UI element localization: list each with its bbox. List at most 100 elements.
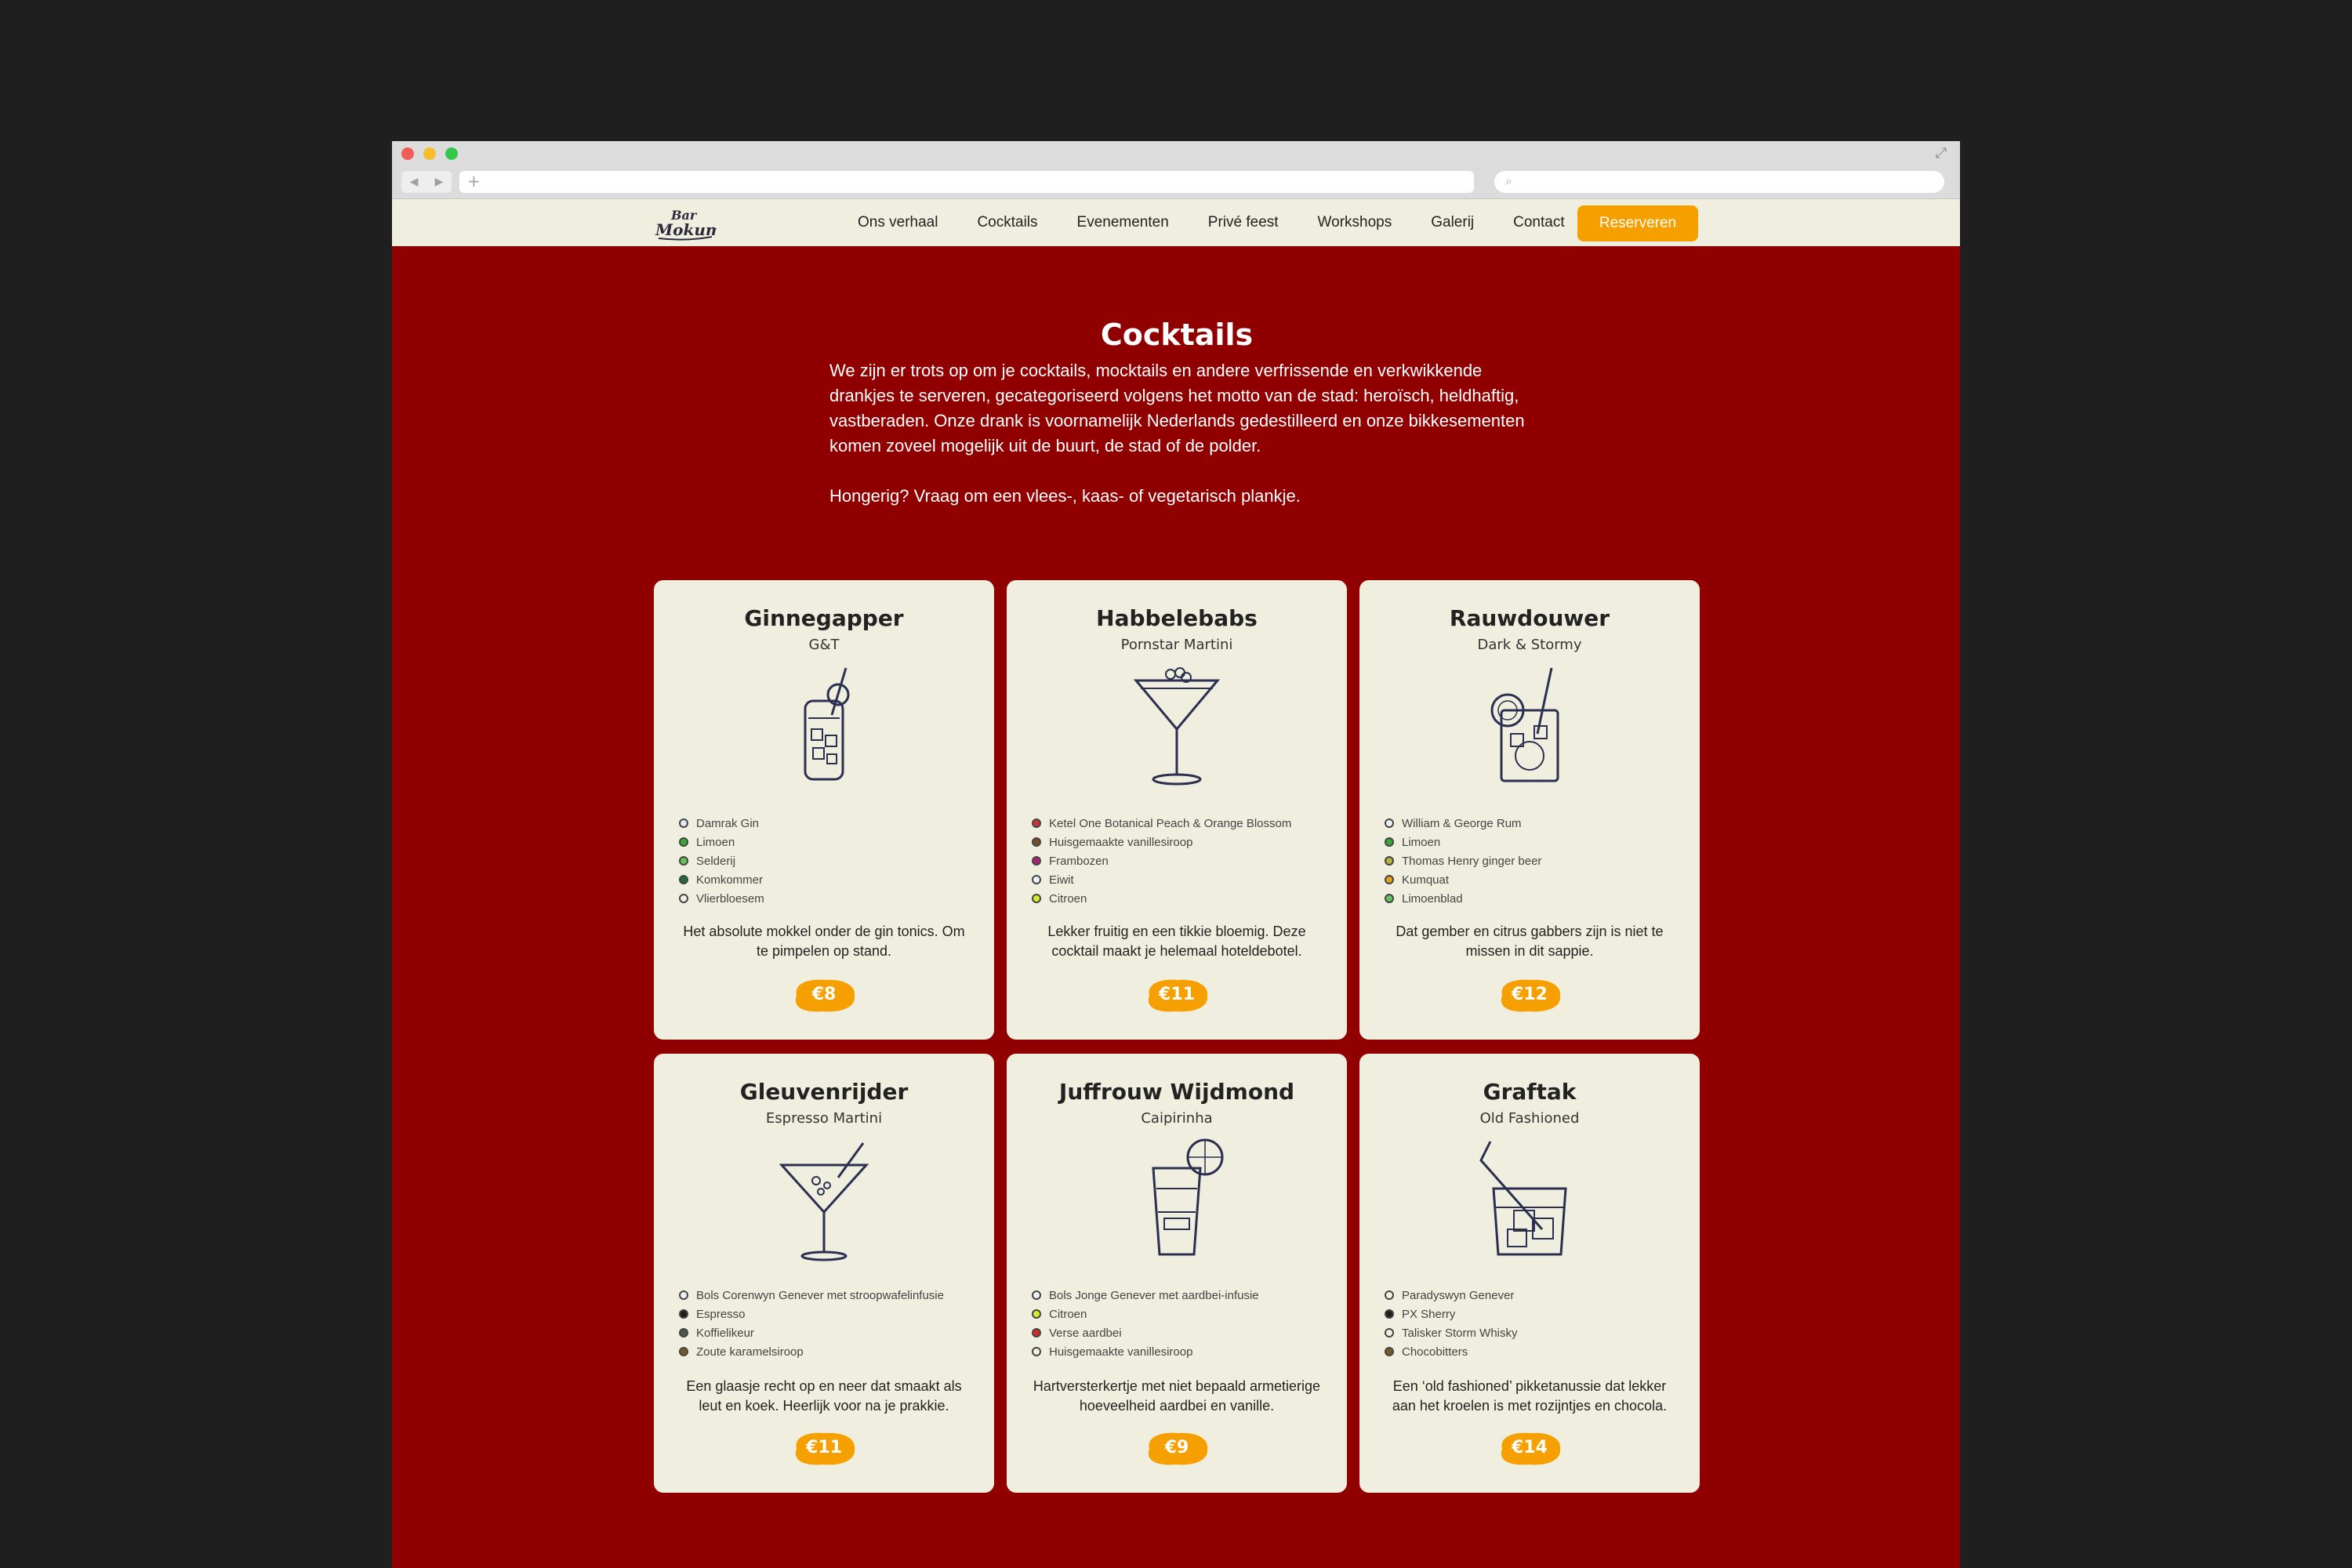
ingredient-bullet-icon bbox=[1385, 1347, 1394, 1356]
address-bar[interactable]: + bbox=[459, 171, 1474, 193]
price-label: €12 bbox=[1512, 985, 1548, 1004]
browser-title-bar: ⤢ bbox=[392, 141, 1960, 166]
maximize-window-button[interactable] bbox=[445, 147, 458, 160]
ingredient-label: Espresso bbox=[696, 1307, 746, 1321]
cocktail-description: Het absolute mokkel onder de gin tonics.… bbox=[683, 924, 965, 959]
ingredient-label: Limoenblad bbox=[1402, 891, 1463, 906]
ingredient-bullet-icon bbox=[679, 1347, 688, 1356]
ingredient-bullet-icon bbox=[1032, 1347, 1041, 1356]
ingredient-label: Zoute karamelsiroop bbox=[696, 1345, 804, 1359]
cocktail-card[interactable]: Ginnegapper G&T Damrak Gin Limoen Selderij Ko… bbox=[654, 580, 994, 1040]
ingredient-item: Limoen bbox=[679, 833, 978, 851]
nav-link-contact[interactable]: Contact bbox=[1513, 214, 1564, 231]
ingredient-label: Limoen bbox=[1402, 835, 1441, 849]
ingredient-label: Citroen bbox=[1049, 891, 1087, 906]
ingredient-label: Vlierbloesem bbox=[696, 891, 764, 906]
expand-icon[interactable]: ⤢ bbox=[1933, 146, 1949, 162]
nav-link-evenementen[interactable]: Evenementen bbox=[1077, 214, 1169, 231]
ingredient-bullet-icon bbox=[679, 894, 688, 903]
ingredient-bullet-icon bbox=[1032, 856, 1041, 866]
ingredient-list: Bols Corenwyn Genever met stroopwafelinf… bbox=[679, 1286, 978, 1361]
price-badge: €11 bbox=[790, 1428, 858, 1468]
martini-icon bbox=[1133, 667, 1221, 786]
cocktail-description: Hartversterkertje met niet bepaald armet… bbox=[1033, 1378, 1321, 1414]
shot-glass-icon bbox=[1152, 1138, 1224, 1256]
close-window-button[interactable] bbox=[401, 147, 414, 160]
old-fashioned-icon bbox=[1479, 1141, 1567, 1256]
ingredient-item: Huisgemaakte vanillesiroop bbox=[1032, 1342, 1331, 1361]
ingredient-list: William & George Rum Limoen Thomas Henry g… bbox=[1385, 814, 1684, 908]
svg-text:Mokum: Mokum bbox=[655, 220, 717, 239]
ingredient-bullet-icon bbox=[679, 1290, 688, 1300]
browser-search-input[interactable]: ⌕ bbox=[1494, 171, 1944, 193]
ingredient-item: Espresso bbox=[679, 1305, 978, 1323]
martini-straw-icon bbox=[779, 1142, 869, 1261]
cocktail-subtitle: Old Fashioned bbox=[1479, 1110, 1580, 1127]
ingredient-label: Huisgemaakte vanillesiroop bbox=[1049, 1345, 1193, 1359]
nav-link-cocktails[interactable]: Cocktails bbox=[977, 214, 1037, 231]
price-badge: €12 bbox=[1496, 975, 1563, 1014]
cocktail-description: Een ‘old fashioned’ pikketanussie dat le… bbox=[1392, 1378, 1668, 1414]
cocktail-card[interactable]: Juffrouw Wijdmond Caipirinha Bols Jonge Ge… bbox=[1007, 1054, 1347, 1493]
cocktail-subtitle: Caipirinha bbox=[1141, 1110, 1213, 1127]
ingredient-item: PX Sherry bbox=[1385, 1305, 1684, 1323]
cocktail-subtitle: Pornstar Martini bbox=[1120, 637, 1233, 653]
nav-link-galerij[interactable]: Galerij bbox=[1431, 214, 1474, 231]
ingredient-item: Ketel One Botanical Peach & Orange Bloss… bbox=[1032, 814, 1331, 833]
ingredient-list: Damrak Gin Limoen Selderij Komkommer Vlierbl… bbox=[679, 814, 978, 908]
highball-icon bbox=[804, 667, 850, 781]
ingredient-bullet-icon bbox=[1385, 1309, 1394, 1319]
nav-link-prive-feest[interactable]: Privé feest bbox=[1208, 214, 1279, 231]
cocktail-name: Ginnegapper bbox=[744, 605, 904, 631]
ingredient-label: Selderij bbox=[696, 854, 736, 868]
ingredient-label: Citroen bbox=[1049, 1307, 1087, 1321]
intro-text: We zijn er trots op om je cocktails, moc… bbox=[829, 361, 1525, 456]
ingredient-label: PX Sherry bbox=[1402, 1307, 1456, 1321]
bar-mokum-logo[interactable]: Bar Mokum bbox=[654, 205, 717, 241]
nav-link-ons-verhaal[interactable]: Ons verhaal bbox=[858, 214, 938, 231]
ingredient-item: Bols Jonge Genever met aardbei-infusie bbox=[1032, 1286, 1331, 1305]
cocktail-subtitle: Espresso Martini bbox=[765, 1110, 883, 1127]
price-badge: €14 bbox=[1496, 1428, 1563, 1468]
ingredient-bullet-icon bbox=[1032, 1309, 1041, 1319]
price-badge: €9 bbox=[1143, 1428, 1210, 1468]
back-arrow-icon[interactable]: ◀ bbox=[410, 176, 419, 188]
ingredient-item: Bols Corenwyn Genever met stroopwafelinf… bbox=[679, 1286, 978, 1305]
cocktail-subtitle: Dark & Stormy bbox=[1477, 637, 1582, 653]
ingredient-label: Bols Jonge Genever met aardbei-infusie bbox=[1049, 1288, 1259, 1302]
cocktail-card[interactable]: Habbelebabs Pornstar Martini Ketel One Bot… bbox=[1007, 580, 1347, 1040]
cocktail-name: Habbelebabs bbox=[1096, 605, 1258, 631]
page-title: Cocktails bbox=[1100, 318, 1254, 352]
cocktail-subtitle: G&T bbox=[808, 637, 840, 653]
ingredient-item: Vlierbloesem bbox=[679, 889, 978, 908]
price-label: €11 bbox=[806, 1438, 842, 1457]
ingredient-item: Damrak Gin bbox=[679, 814, 978, 833]
browser-window: ⤢ ◀ ▶ + ⌕ Bar Mokum Ons verhaal Cocktail… bbox=[392, 141, 1960, 1568]
rocks-lime-icon bbox=[1490, 667, 1559, 782]
reserve-button[interactable]: Reserveren bbox=[1577, 205, 1698, 241]
ingredient-label: Frambozen bbox=[1049, 854, 1109, 868]
ingredient-label: Koffielikeur bbox=[696, 1326, 754, 1340]
cocktail-name: Gleuvenrijder bbox=[739, 1079, 909, 1105]
hungry-text: Hongerig? Vraag om een vlees-, kaas- of … bbox=[829, 486, 1301, 506]
nav-link-workshops[interactable]: Workshops bbox=[1318, 214, 1392, 231]
ingredient-list: Bols Jonge Genever met aardbei-infusie Ci… bbox=[1032, 1286, 1331, 1361]
ingredient-item: Huisgemaakte vanillesiroop bbox=[1032, 833, 1331, 851]
ingredient-bullet-icon bbox=[679, 837, 688, 847]
price-label: €14 bbox=[1512, 1438, 1548, 1457]
cocktail-grid: Ginnegapper G&T Damrak Gin Limoen Selderij Ko… bbox=[654, 580, 1700, 1493]
ingredient-label: Thomas Henry ginger beer bbox=[1402, 854, 1542, 868]
minimize-window-button[interactable] bbox=[423, 147, 436, 160]
history-buttons: ◀ ▶ bbox=[401, 171, 452, 193]
ingredient-item: Verse aardbei bbox=[1032, 1323, 1331, 1342]
ingredient-bullet-icon bbox=[1385, 837, 1394, 847]
ingredient-item: Talisker Storm Whisky bbox=[1385, 1323, 1684, 1342]
forward-arrow-icon[interactable]: ▶ bbox=[435, 176, 444, 188]
main-menu: Ons verhaal Cocktails Evenementen Privé … bbox=[858, 199, 1604, 246]
cocktail-name: Graftak bbox=[1483, 1079, 1577, 1105]
new-tab-plus-icon[interactable]: + bbox=[467, 172, 481, 190]
cocktail-card[interactable]: Rauwdouwer Dark & Stormy William & George … bbox=[1359, 580, 1700, 1040]
price-label: €11 bbox=[1159, 985, 1195, 1004]
cocktail-card[interactable]: Gleuvenrijder Espresso Martini Bols Corenw… bbox=[654, 1054, 994, 1493]
cocktail-card[interactable]: Graftak Old Fashioned Paradyswyn Genever PX… bbox=[1359, 1054, 1700, 1493]
